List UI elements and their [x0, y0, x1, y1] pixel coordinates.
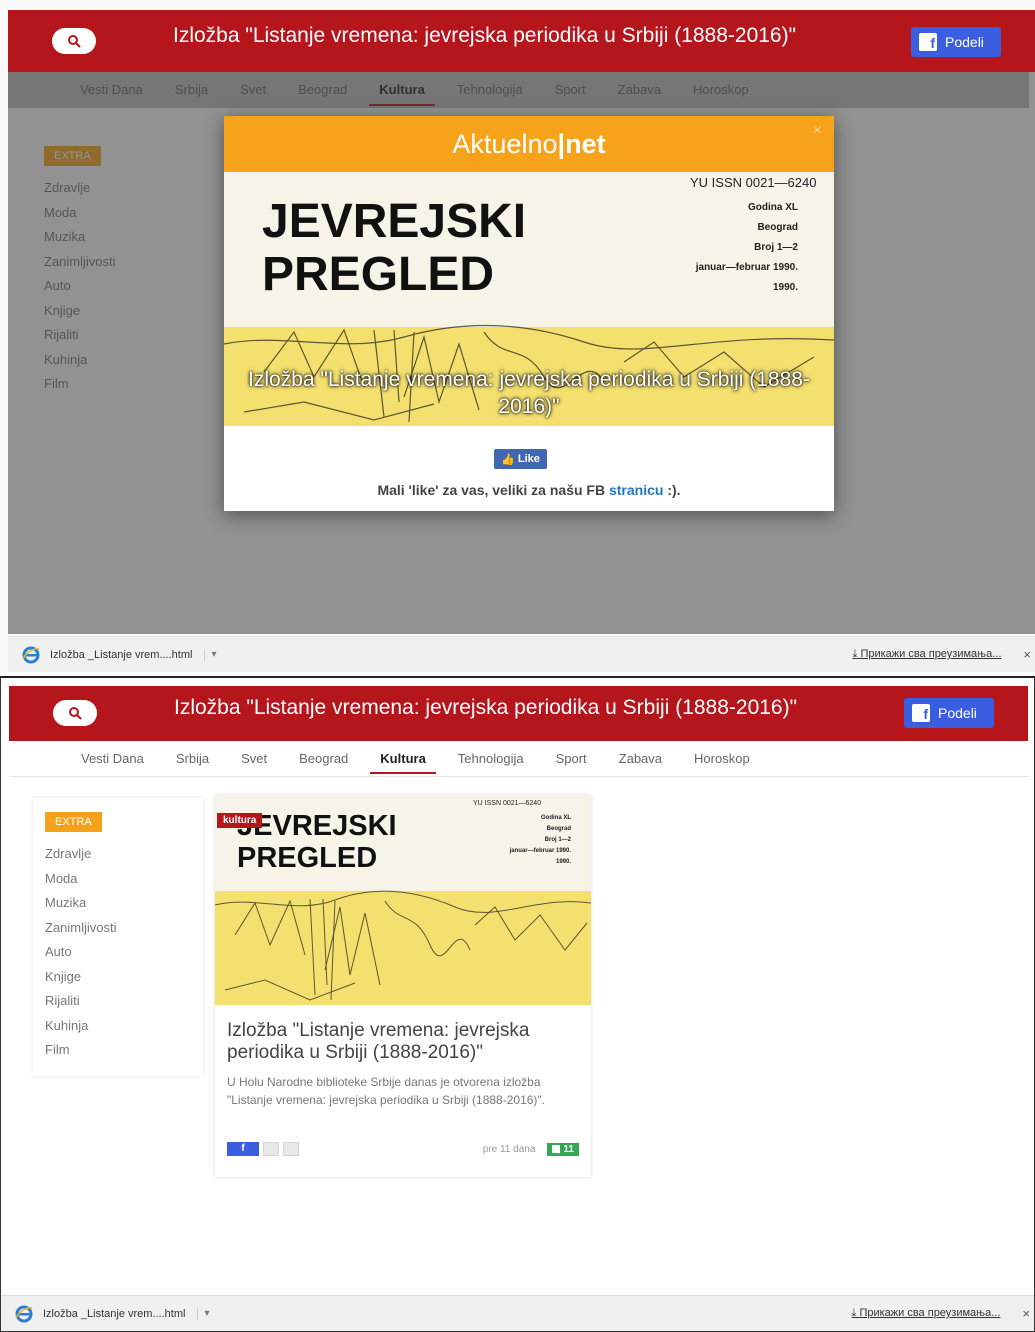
cover-meta-3: januar—februar 1990.: [509, 848, 572, 854]
sidebar-item-moda[interactable]: Moda: [45, 867, 191, 892]
sidebar-item-muzika[interactable]: Muzika: [45, 891, 191, 916]
cover-title-line2: PREGLED: [237, 842, 377, 874]
chevron-down-icon[interactable]: ▾: [211, 649, 216, 660]
cover-issn: YU ISSN 0021—6240: [473, 800, 541, 807]
nav-item-sport[interactable]: Sport: [540, 741, 603, 776]
cover-meta-0: Godina XL: [748, 202, 798, 213]
search-button[interactable]: [52, 28, 96, 54]
show-all-downloads-link[interactable]: ⤓ Прикажи сва преузимања...: [853, 648, 1002, 661]
article-time-ago: pre 11 dana: [482, 1143, 536, 1155]
download-bar: Izložba _Listanje vrem....html ▾ ⤓ Прика…: [8, 636, 1035, 672]
close-download-bar-button[interactable]: ×: [1022, 1306, 1030, 1321]
modal-header: Aktuelno | net: [224, 116, 834, 172]
article-description: U Holu Narodne biblioteke Srbije danas j…: [227, 1075, 546, 1107]
like-modal: Aktuelno | net × YU ISSN 0021—6240 JEVRE…: [224, 116, 834, 511]
category-badge[interactable]: kultura: [217, 813, 263, 828]
cover-title-line1: JEVREJSKI: [262, 195, 526, 248]
cover-title-line2: PREGLED: [262, 248, 494, 301]
share-placeholder-button[interactable]: [263, 1142, 279, 1156]
share-label: Podeli: [945, 34, 984, 50]
nav-item-zabava[interactable]: Zabava: [603, 741, 678, 776]
sidebar-item-auto[interactable]: Auto: [45, 940, 191, 965]
facebook-like-button[interactable]: 👍 Like: [494, 449, 547, 469]
sidebar-item-rijaliti[interactable]: Rijaliti: [45, 989, 191, 1014]
article-image[interactable]: YU ISSN 0021—6240 JEVREJSKI PREGLED Godi…: [215, 795, 591, 1005]
sidebar-item-zanimljivosti[interactable]: Zanimljivosti: [45, 916, 191, 941]
facebook-icon: f: [912, 704, 930, 722]
page-title: Izložba "Listanje vremena: jevrejska per…: [174, 696, 798, 719]
page-title: Izložba "Listanje vremena: jevrejska per…: [173, 24, 797, 47]
nav-item-srbija[interactable]: Srbija: [160, 741, 225, 776]
internet-explorer-icon: [15, 1305, 33, 1322]
screenshot-with-modal: Izložba "Listanje vremena: jevrejska per…: [0, 0, 1035, 672]
sidebar-item-film[interactable]: Film: [45, 1038, 191, 1063]
brand-name-part: Aktuelno: [452, 128, 558, 159]
nav-item-beograd[interactable]: Beograd: [283, 741, 364, 776]
site-header: Izložba "Listanje vremena: jevrejska per…: [9, 686, 1028, 741]
brand-tld: net: [565, 128, 606, 159]
article-card[interactable]: YU ISSN 0021—6240 JEVREJSKI PREGLED Godi…: [215, 795, 591, 1177]
show-all-label: Прикажи сва преузимања...: [859, 1307, 1001, 1319]
category-sidebar: EXTRA Zdravlje Moda Muzika Zanimljivosti…: [33, 798, 203, 1076]
cover-meta-4: 1990.: [556, 859, 571, 865]
nav-item-kultura[interactable]: Kultura: [364, 741, 442, 776]
facebook-share-button[interactable]: f Podeli: [904, 698, 994, 728]
search-icon: [68, 35, 81, 48]
sidebar-item-knjige[interactable]: Knjige: [45, 965, 191, 990]
search-icon: [69, 707, 82, 720]
screenshot-article-list: Izložba "Listanje vremena: jevrejska per…: [0, 676, 1035, 1332]
nav-item-horoskop[interactable]: Horoskop: [678, 741, 766, 776]
nav-item-svet[interactable]: Svet: [225, 741, 283, 776]
cover-meta-2: Broj 1—2: [754, 242, 798, 253]
modal-caption: Izložba "Listanje vremena: jevrejska per…: [248, 368, 810, 418]
facebook-share-mini-button[interactable]: f: [227, 1142, 259, 1156]
nav-item-vesti-dana[interactable]: Vesti Dana: [65, 741, 160, 776]
extra-badge: EXTRA: [45, 812, 102, 832]
comment-icon: [552, 1145, 561, 1153]
brand-separator: |: [557, 128, 566, 159]
show-all-label: Прикажи сва преузимања...: [860, 648, 1002, 660]
thumbs-up-icon: 👍: [501, 453, 515, 466]
cover-meta-4: 1990.: [773, 282, 798, 293]
modal-close-button[interactable]: ×: [813, 122, 822, 140]
search-button[interactable]: [53, 700, 97, 726]
sidebar-item-kuhinja[interactable]: Kuhinja: [45, 1014, 191, 1039]
sidebar-item-zdravlje[interactable]: Zdravlje: [45, 842, 191, 867]
close-download-bar-button[interactable]: ×: [1023, 647, 1031, 662]
internet-explorer-icon: [22, 646, 40, 663]
show-all-downloads-link[interactable]: ⤓ Прикажи сва преузимања...: [852, 1307, 1001, 1320]
main-nav: Vesti Dana Srbija Svet Beograd Kultura T…: [9, 741, 1028, 777]
like-note-text: Mali 'like' za vas, veliki za našu FB: [377, 482, 609, 498]
cover-meta-2: Broj 1—2: [545, 837, 572, 843]
share-label: Podeli: [938, 705, 977, 721]
download-bar: Izložba _Listanje vrem....html ▾ ⤓ Прика…: [1, 1295, 1034, 1331]
share-placeholder-button[interactable]: [283, 1142, 299, 1156]
download-file-name[interactable]: Izložba _Listanje vrem....html: [43, 1307, 199, 1320]
facebook-page-link[interactable]: stranicu: [609, 482, 663, 498]
nav-item-tehnologija[interactable]: Tehnologija: [442, 741, 540, 776]
cover-meta-1: Beograd: [547, 826, 572, 832]
like-note-end: :).: [663, 482, 681, 498]
site-header: Izložba "Listanje vremena: jevrejska per…: [8, 10, 1035, 72]
like-label: Like: [517, 453, 540, 465]
like-note: Mali 'like' za vas, veliki za našu FB st…: [224, 482, 834, 498]
facebook-share-button[interactable]: f Podeli: [911, 27, 1001, 57]
cover-meta-3: januar—februar 1990.: [695, 262, 798, 273]
facebook-icon: f: [919, 33, 937, 51]
article-title[interactable]: Izložba "Listanje vremena: jevrejska per…: [227, 1020, 575, 1064]
download-file-name[interactable]: Izložba _Listanje vrem....html: [50, 648, 206, 661]
cover-issn: YU ISSN 0021—6240: [690, 175, 816, 190]
cover-meta-1: Beograd: [757, 222, 798, 233]
cover-meta-0: Godina XL: [541, 815, 571, 821]
comment-count-badge[interactable]: 11: [547, 1142, 579, 1156]
comment-count: 11: [563, 1143, 574, 1155]
chevron-down-icon[interactable]: ▾: [204, 1308, 209, 1319]
article-footer: f pre 11 dana 11: [227, 1141, 579, 1157]
